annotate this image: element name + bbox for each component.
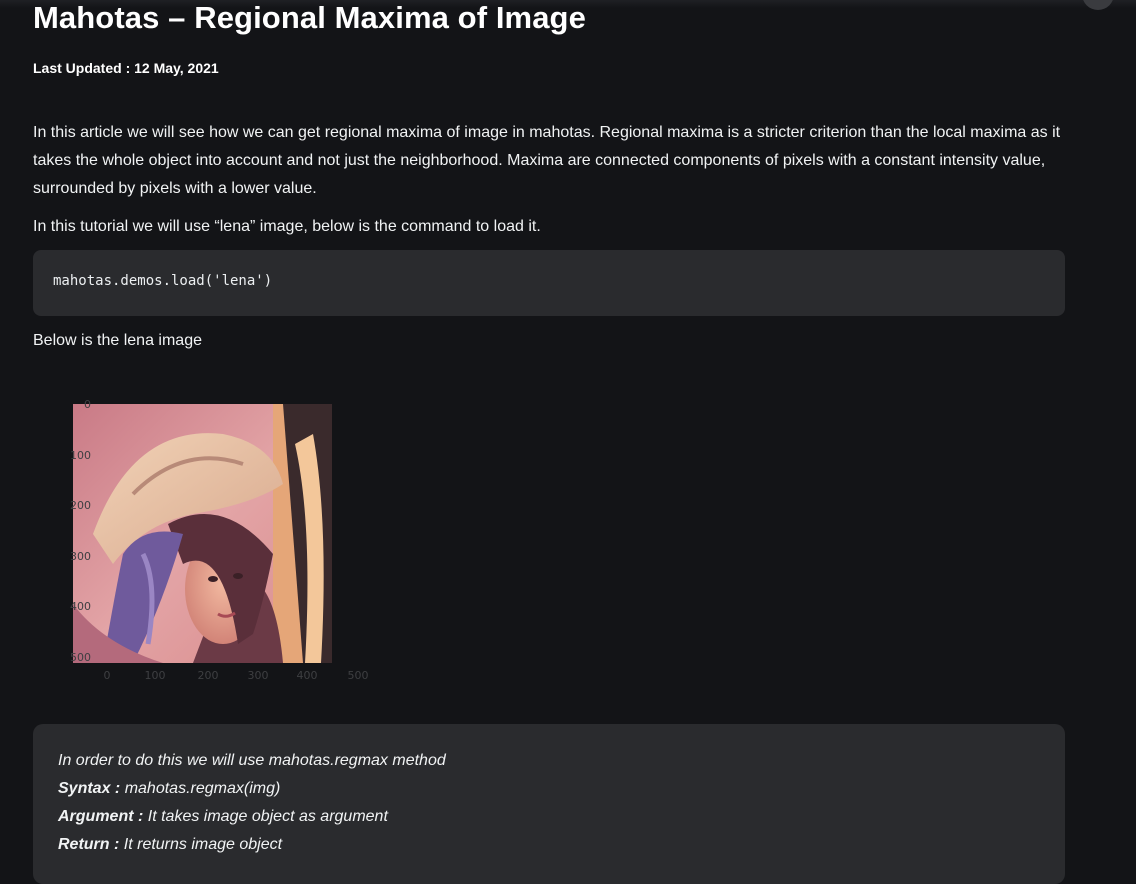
code-block: mahotas.demos.load('lena') — [33, 250, 1065, 316]
syntax-line: Syntax : mahotas.regmax(img) — [58, 780, 280, 798]
x-tick-label: 500 — [347, 669, 369, 682]
method-note-box: In order to do this we will use mahotas.… — [33, 724, 1065, 884]
x-tick-label: 0 — [103, 669, 111, 682]
argument-value: It takes image object as argument — [143, 808, 388, 825]
y-tick-label: 500 — [70, 651, 91, 664]
x-tick-label: 400 — [296, 669, 318, 682]
method-intro: In order to do this we will use mahotas.… — [58, 752, 446, 769]
y-tick-label: 400 — [70, 600, 91, 613]
y-tick-label: 200 — [70, 499, 91, 512]
syntax-label: Syntax : — [58, 780, 121, 797]
x-tick-label: 300 — [247, 669, 269, 682]
y-tick-label: 300 — [70, 550, 91, 563]
y-tick-label: 100 — [70, 449, 91, 462]
argument-label: Argument : — [58, 808, 144, 825]
return-line: Return : It returns image object — [58, 836, 282, 854]
return-value: It returns image object — [119, 836, 283, 853]
code-text: mahotas.demos.load('lena') — [53, 273, 273, 289]
syntax-value: mahotas.regmax(img) — [120, 780, 281, 797]
lena-image — [73, 404, 332, 663]
image-caption: Below is the lena image — [33, 332, 202, 349]
y-tick-label: 0 — [84, 398, 91, 411]
tutorial-paragraph: In this tutorial we will use “lena” imag… — [33, 218, 541, 235]
x-tick-label: 100 — [144, 669, 166, 682]
last-updated: Last Updated : 12 May, 2021 — [33, 60, 219, 76]
return-label: Return : — [58, 836, 120, 853]
article-title: Mahotas – Regional Maxima of Image — [33, 0, 586, 35]
lena-image-graphic — [73, 404, 332, 663]
x-tick-label: 200 — [197, 669, 219, 682]
scroll-top-button[interactable] — [1082, 0, 1114, 10]
intro-paragraph: In this article we will see how we can g… — [33, 124, 1061, 197]
lena-figure: 0 100 200 300 400 500 0 100 200 300 400 … — [61, 395, 381, 695]
argument-line: Argument : It takes image object as argu… — [58, 808, 388, 826]
